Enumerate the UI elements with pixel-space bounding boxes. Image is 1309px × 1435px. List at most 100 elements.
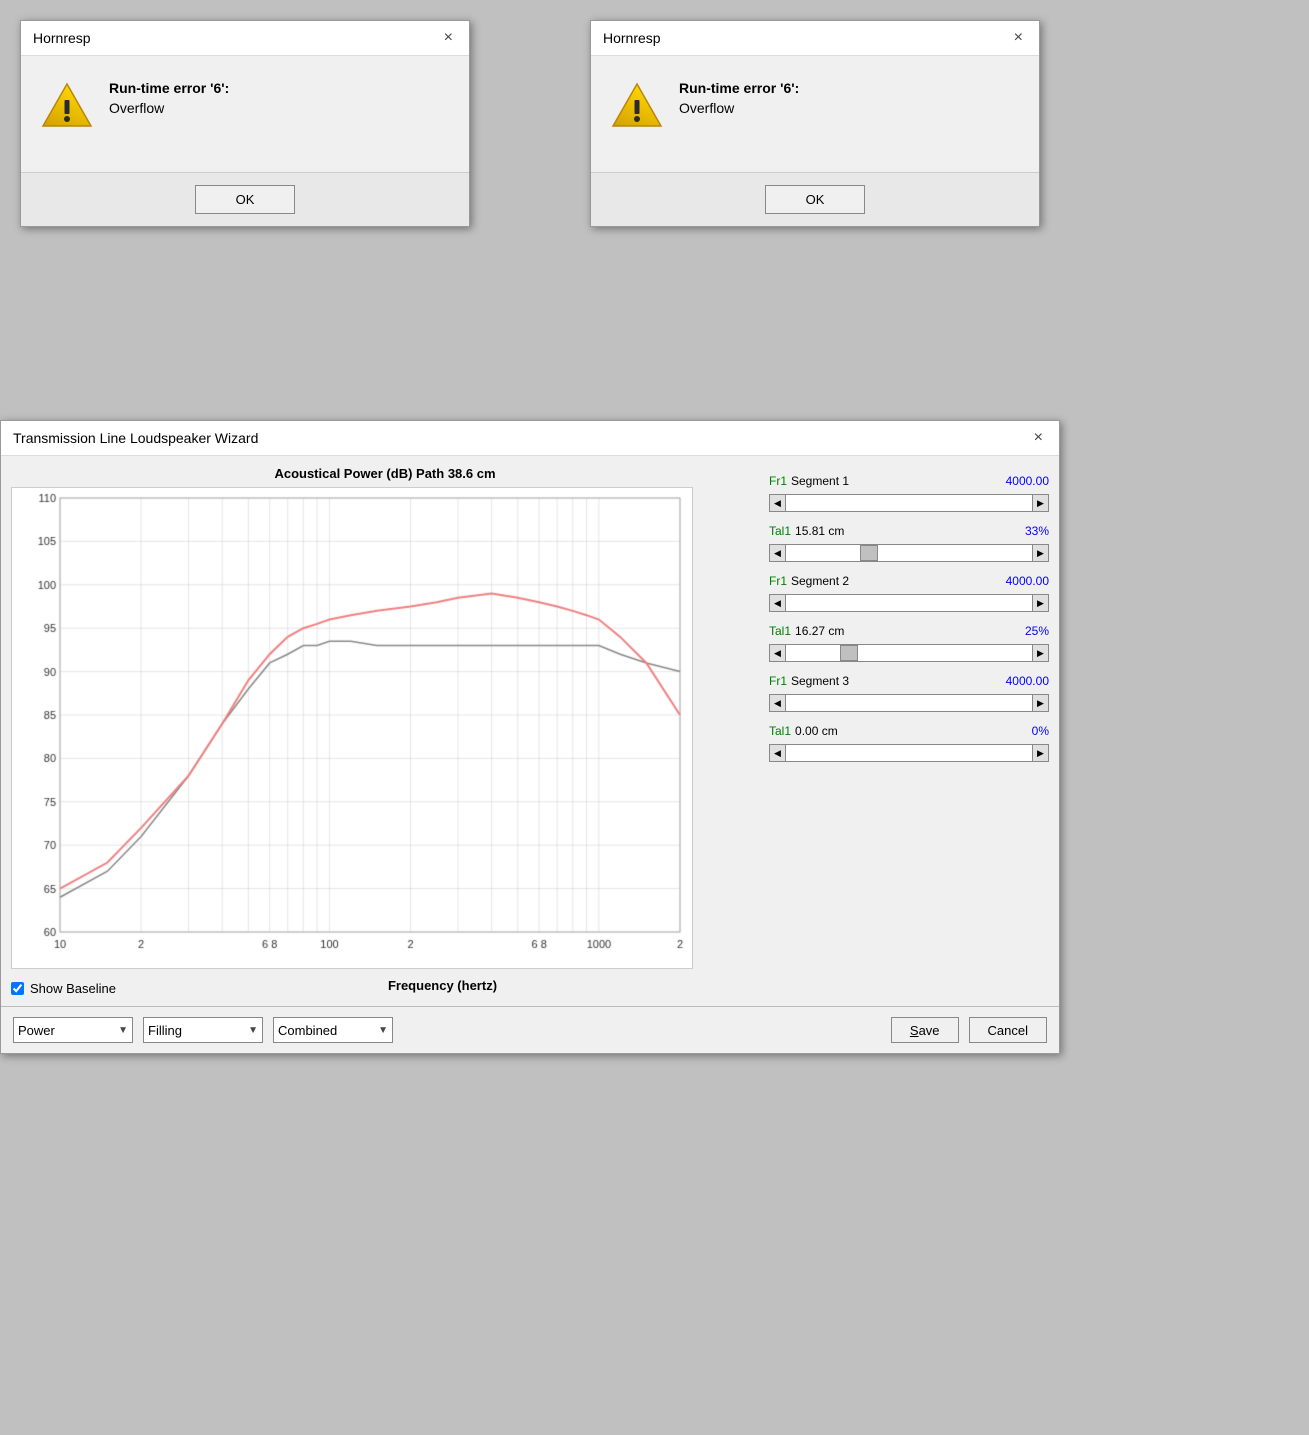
dialog1-footer: OK (21, 172, 469, 226)
segment3-fr-slider-inner[interactable] (786, 695, 1032, 711)
warning-icon (41, 80, 93, 132)
segment3-tal-row: Tal1 0.00 cm 0% (769, 724, 1049, 738)
segment3-label: Segment 3 (791, 674, 849, 688)
chart-title: Acoustical Power (dB) Path 38.6 cm (11, 466, 759, 481)
segment2-tal-thumb[interactable] (840, 645, 858, 661)
segment2-green-label: Fr1 (769, 574, 787, 588)
segment2-value: 4000.00 (1006, 574, 1049, 588)
segment2-fr-slider-inner[interactable] (786, 595, 1032, 611)
segment1-tal-slider-inner[interactable] (786, 545, 1032, 561)
segment1-fr-right-arrow[interactable]: ▶ (1032, 495, 1048, 511)
segment3-tal-left-arrow[interactable]: ◀ (770, 745, 786, 761)
segment1-fr-slider-inner[interactable] (786, 495, 1032, 511)
dialog2-footer: OK (591, 172, 1039, 226)
dialog1-ok-button[interactable]: OK (195, 185, 296, 214)
segment1-tal-left-arrow[interactable]: ◀ (770, 545, 786, 561)
main-content: Acoustical Power (dB) Path 38.6 cm Show … (1, 456, 1059, 1006)
segment2-tal-right-arrow[interactable]: ▶ (1032, 645, 1048, 661)
segment2-tal-slider[interactable]: ◀ ▶ (769, 644, 1049, 662)
segment2-tal-left-arrow[interactable]: ◀ (770, 645, 786, 661)
segment2-label: Segment 2 (791, 574, 849, 588)
dialog1-text: Run-time error '6': Overflow (109, 80, 229, 116)
power-dropdown[interactable]: Power ▼ (13, 1017, 133, 1043)
segment3-fr-right-arrow[interactable]: ▶ (1032, 695, 1048, 711)
bottom-toolbar: Power ▼ Filling ▼ Combined ▼ Save Cancel (1, 1006, 1059, 1053)
filling-dropdown-label: Filling (148, 1023, 244, 1038)
chart-container (11, 487, 759, 969)
dialog2-ok-button[interactable]: OK (765, 185, 866, 214)
main-close-button[interactable]: × (1030, 429, 1047, 447)
dialog2-titlebar: Hornresp × (591, 21, 1039, 56)
filling-dropdown[interactable]: Filling ▼ (143, 1017, 263, 1043)
segment3-tal-slider-inner[interactable] (786, 745, 1032, 761)
dialog2: Hornresp × Run-time error '6': Overflow (590, 20, 1040, 227)
segment1-green-label: Fr1 (769, 474, 787, 488)
dialog1-titlebar: Hornresp × (21, 21, 469, 56)
segment2-header-row: Fr1 Segment 2 4000.00 (769, 574, 1049, 588)
segment2-tal-cm: 16.27 cm (795, 624, 844, 638)
segment1-header-row: Fr1 Segment 1 4000.00 (769, 474, 1049, 488)
segment3-value: 4000.00 (1006, 674, 1049, 688)
dialog2-error-message: Overflow (679, 100, 799, 116)
dialog1-close-button[interactable]: × (440, 29, 457, 47)
x-axis-label: Frequency (hertz) (388, 978, 497, 993)
segment2-tal-pct: 25% (1025, 624, 1049, 638)
dialog2-text: Run-time error '6': Overflow (679, 80, 799, 116)
cancel-button[interactable]: Cancel (969, 1017, 1047, 1043)
segment2-fr-slider[interactable]: ◀ ▶ (769, 594, 1049, 612)
power-dropdown-arrow: ▼ (118, 1025, 128, 1036)
main-window: Transmission Line Loudspeaker Wizard × A… (0, 420, 1060, 1054)
segment3-header-row: Fr1 Segment 3 4000.00 (769, 674, 1049, 688)
acoustical-power-chart (11, 487, 693, 969)
dialog1: Hornresp × Run-time error '6': Overflow (20, 20, 470, 227)
segment1-tal-pct: 33% (1025, 524, 1049, 538)
segment1-tal-right-arrow[interactable]: ▶ (1032, 545, 1048, 561)
chart-area: Acoustical Power (dB) Path 38.6 cm Show … (11, 466, 759, 996)
dialog1-error-title: Run-time error '6': (109, 80, 229, 96)
segment1-value: 4000.00 (1006, 474, 1049, 488)
combined-dropdown-arrow: ▼ (378, 1025, 388, 1036)
main-title: Transmission Line Loudspeaker Wizard (13, 430, 258, 446)
segment1-label: Segment 1 (791, 474, 849, 488)
segment3-fr-slider[interactable]: ◀ ▶ (769, 694, 1049, 712)
segment3-tal-right-arrow[interactable]: ▶ (1032, 745, 1048, 761)
segment1-tal-label: Tal1 (769, 524, 791, 538)
segment2-fr-left-arrow[interactable]: ◀ (770, 595, 786, 611)
segment2-tal-label: Tal1 (769, 624, 791, 638)
show-baseline-row: Show Baseline (11, 981, 116, 996)
segment3-tal-pct: 0% (1032, 724, 1049, 738)
dialog2-error-title: Run-time error '6': (679, 80, 799, 96)
dialog2-body: Run-time error '6': Overflow (591, 56, 1039, 172)
save-button-label: Save (910, 1023, 940, 1038)
segment1-fr-slider[interactable]: ◀ ▶ (769, 494, 1049, 512)
combined-dropdown-label: Combined (278, 1023, 374, 1038)
dialog2-close-button[interactable]: × (1010, 29, 1027, 47)
show-baseline-label: Show Baseline (30, 981, 116, 996)
dialog2-title: Hornresp (603, 30, 661, 46)
segment2-fr-right-arrow[interactable]: ▶ (1032, 595, 1048, 611)
segment2-tal-slider-inner[interactable] (786, 645, 1032, 661)
segment1-tal-slider[interactable]: ◀ ▶ (769, 544, 1049, 562)
power-dropdown-label: Power (18, 1023, 114, 1038)
combined-dropdown[interactable]: Combined ▼ (273, 1017, 393, 1043)
segment3-fr-left-arrow[interactable]: ◀ (770, 695, 786, 711)
filling-dropdown-arrow: ▼ (248, 1025, 258, 1036)
show-baseline-checkbox[interactable] (11, 982, 24, 995)
segment3-tal-label: Tal1 (769, 724, 791, 738)
warning-icon-2 (611, 80, 663, 132)
dialog1-body: Run-time error '6': Overflow (21, 56, 469, 172)
save-button[interactable]: Save (891, 1017, 959, 1043)
segment1-tal-cm: 15.81 cm (795, 524, 844, 538)
dialog1-message-row: Run-time error '6': Overflow (41, 80, 449, 132)
segment1-tal-thumb[interactable] (860, 545, 878, 561)
main-titlebar: Transmission Line Loudspeaker Wizard × (1, 421, 1059, 456)
segment1-tal-row: Tal1 15.81 cm 33% (769, 524, 1049, 538)
segment2-tal-row: Tal1 16.27 cm 25% (769, 624, 1049, 638)
dialog1-error-message: Overflow (109, 100, 229, 116)
dialog2-message-row: Run-time error '6': Overflow (611, 80, 1019, 132)
dialog1-title: Hornresp (33, 30, 91, 46)
segment3-tal-slider[interactable]: ◀ ▶ (769, 744, 1049, 762)
segment1-fr-left-arrow[interactable]: ◀ (770, 495, 786, 511)
segment3-green-label: Fr1 (769, 674, 787, 688)
segment3-tal-cm: 0.00 cm (795, 724, 838, 738)
